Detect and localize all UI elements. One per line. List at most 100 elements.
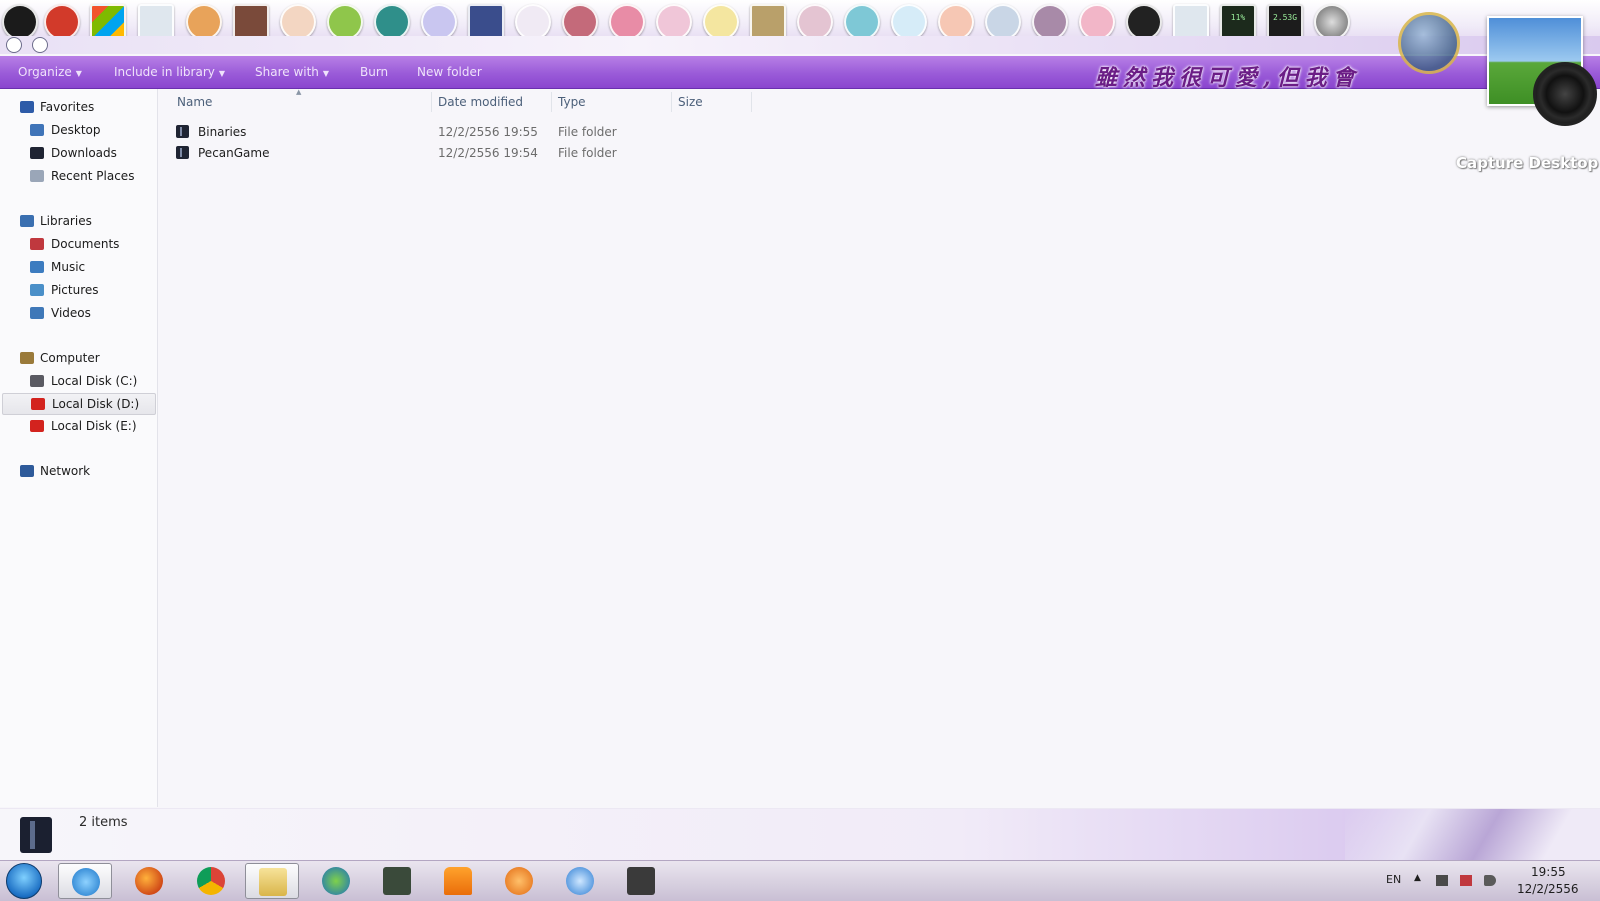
volume-icon[interactable] bbox=[1484, 875, 1496, 886]
anime-app-icon-11[interactable] bbox=[703, 4, 739, 40]
forward-button[interactable] bbox=[32, 37, 48, 53]
anime-app-icon-1[interactable] bbox=[186, 4, 222, 40]
file-row-binaries[interactable]: Binaries 12/2/2556 19:55 File folder bbox=[172, 122, 617, 143]
column-header-name[interactable]: Name bbox=[177, 95, 212, 109]
nav-favorites[interactable]: Favorites bbox=[0, 97, 156, 119]
theme-banner-text: 雖然我很可愛,但我會 bbox=[1095, 65, 1361, 91]
taskbar-windows-explorer[interactable] bbox=[245, 863, 299, 899]
taskbar-terminal-app[interactable] bbox=[614, 863, 668, 899]
anime-app-icon-14[interactable] bbox=[844, 4, 880, 40]
nav-network[interactable]: Network bbox=[0, 461, 156, 483]
nav-item-pictures[interactable]: Pictures bbox=[0, 280, 156, 302]
memory-meter-icon[interactable]: 2.53G bbox=[1267, 4, 1303, 40]
windows-explorer-icon bbox=[259, 868, 287, 896]
file-row-pecangame[interactable]: PecanGame 12/2/2556 19:54 File folder bbox=[172, 143, 617, 164]
folder-icon bbox=[176, 125, 189, 138]
anime-app-icon-13[interactable] bbox=[797, 4, 833, 40]
anime-app-icon-10[interactable] bbox=[656, 4, 692, 40]
hard-drive-icon bbox=[30, 420, 44, 432]
nav-item-music[interactable]: Music bbox=[0, 257, 156, 279]
file-date: 12/2/2556 19:54 bbox=[438, 146, 538, 160]
anime-app-icon-4[interactable] bbox=[327, 4, 363, 40]
nav-item-downloads[interactable]: Downloads bbox=[0, 143, 156, 165]
network-status-icon[interactable] bbox=[1436, 875, 1448, 886]
nav-item-local-disk-d[interactable]: Local Disk (D:) bbox=[2, 393, 156, 415]
terminal-icon bbox=[627, 867, 655, 895]
include-in-library-button[interactable]: Include in library ▼ bbox=[114, 65, 225, 79]
taskbar-network-app[interactable] bbox=[309, 863, 363, 899]
clock-date[interactable]: 12/2/2556 bbox=[1517, 882, 1579, 896]
anime-app-icon-12[interactable] bbox=[750, 4, 786, 40]
file-date: 12/2/2556 19:55 bbox=[438, 125, 538, 139]
nav-libraries-label: Libraries bbox=[40, 214, 92, 228]
steam-icon[interactable] bbox=[2, 4, 38, 40]
windows-icon[interactable] bbox=[90, 4, 126, 40]
globe-dock-icon[interactable] bbox=[1314, 4, 1350, 40]
anime-app-icon-16[interactable] bbox=[938, 4, 974, 40]
taskbar-lightning-app[interactable] bbox=[553, 863, 607, 899]
capture-desktop-gadget[interactable] bbox=[1487, 16, 1600, 131]
cpu-meter-icon[interactable]: 11% bbox=[1220, 4, 1256, 40]
taskbar-vlc[interactable] bbox=[431, 863, 485, 899]
item-count: 2 items bbox=[79, 815, 128, 830]
nav-item-label: Recent Places bbox=[51, 169, 135, 183]
chrome-icon bbox=[197, 867, 225, 895]
nav-item-recent-places[interactable]: Recent Places bbox=[0, 166, 156, 188]
navigation-pane: Favorites Desktop Downloads Recent Place… bbox=[0, 89, 158, 807]
anime-app-icon-5[interactable] bbox=[374, 4, 410, 40]
organize-button[interactable]: Organize ▼ bbox=[18, 65, 82, 79]
column-divider[interactable] bbox=[551, 92, 552, 112]
globe-gadget-icon[interactable] bbox=[1398, 12, 1460, 74]
column-header-type[interactable]: Type bbox=[558, 95, 586, 109]
recycle-bin-icon[interactable] bbox=[138, 4, 174, 40]
new-folder-button[interactable]: New folder bbox=[417, 65, 482, 79]
language-indicator[interactable]: EN bbox=[1386, 873, 1401, 886]
anime-app-icon-6[interactable] bbox=[421, 4, 457, 40]
start-button[interactable] bbox=[6, 863, 42, 899]
anime-app-icon-17[interactable] bbox=[985, 4, 1021, 40]
back-button[interactable] bbox=[6, 37, 22, 53]
anime-app-icon-19[interactable] bbox=[1079, 4, 1115, 40]
taskbar-firefox[interactable] bbox=[122, 863, 176, 899]
nav-item-label: Local Disk (C:) bbox=[51, 374, 138, 388]
media-player-icon bbox=[505, 867, 533, 895]
taskbar-media-player[interactable] bbox=[492, 863, 546, 899]
nav-item-videos[interactable]: Videos bbox=[0, 303, 156, 325]
recycle-bin-full-icon[interactable] bbox=[1173, 4, 1209, 40]
nav-item-desktop[interactable]: Desktop bbox=[0, 120, 156, 142]
nav-item-documents[interactable]: Documents bbox=[0, 234, 156, 256]
share-with-button[interactable]: Share with ▼ bbox=[255, 65, 329, 79]
anime-app-icon-18[interactable] bbox=[1032, 4, 1068, 40]
app-red-icon[interactable] bbox=[44, 4, 80, 40]
show-hidden-icons-icon[interactable]: ▲ bbox=[1414, 873, 1421, 883]
column-header-size[interactable]: Size bbox=[678, 95, 703, 109]
column-divider[interactable] bbox=[751, 92, 752, 112]
anime-app-icon-7[interactable] bbox=[515, 4, 551, 40]
taskbar-internet-explorer[interactable] bbox=[58, 863, 112, 899]
capture-desktop-label[interactable]: Capture Desktop bbox=[1456, 154, 1598, 172]
dvd-app-icon[interactable] bbox=[468, 4, 504, 40]
anime-app-icon-8[interactable] bbox=[562, 4, 598, 40]
clock-time[interactable]: 19:55 bbox=[1531, 865, 1566, 879]
column-header-date-modified[interactable]: Date modified bbox=[438, 95, 523, 109]
anime-app-icon-3[interactable] bbox=[280, 4, 316, 40]
taskbar-monitor-app[interactable] bbox=[370, 863, 424, 899]
anime-app-icon-9[interactable] bbox=[609, 4, 645, 40]
internet-explorer-icon bbox=[72, 868, 100, 896]
nav-item-local-disk-e[interactable]: Local Disk (E:) bbox=[0, 416, 156, 438]
nav-item-label: Videos bbox=[51, 306, 91, 320]
nav-item-label: Documents bbox=[51, 237, 120, 251]
action-center-flag-icon[interactable] bbox=[1460, 875, 1472, 886]
nav-item-local-disk-c[interactable]: Local Disk (C:) bbox=[0, 371, 156, 393]
taskbar-chrome[interactable] bbox=[184, 863, 238, 899]
anime-app-icon-15[interactable] bbox=[891, 4, 927, 40]
column-divider[interactable] bbox=[431, 92, 432, 112]
column-divider[interactable] bbox=[671, 92, 672, 112]
nav-libraries[interactable]: Libraries bbox=[0, 211, 156, 233]
clock-gadget-icon[interactable] bbox=[1126, 4, 1162, 40]
chevron-down-icon: ▼ bbox=[218, 69, 226, 78]
nav-computer[interactable]: Computer bbox=[0, 348, 156, 370]
anime-app-icon-2[interactable] bbox=[233, 4, 269, 40]
burn-button[interactable]: Burn bbox=[360, 65, 388, 79]
window-title-strip bbox=[0, 36, 1600, 54]
